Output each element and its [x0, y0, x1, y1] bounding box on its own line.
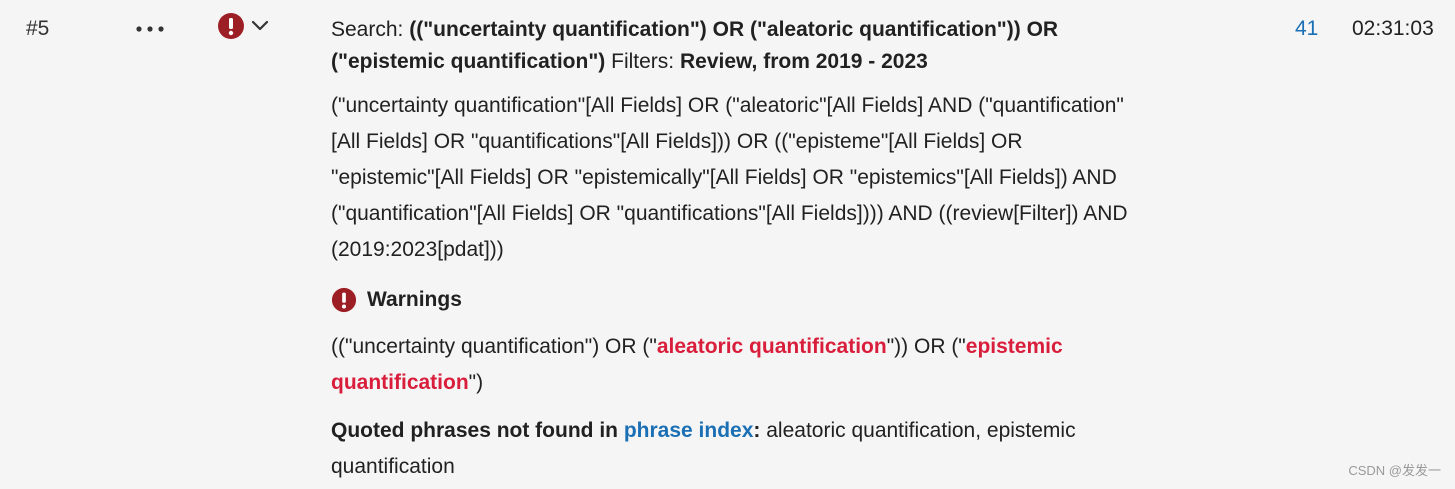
history-number: #5 [26, 17, 50, 40]
results-count-link[interactable]: 41 [1295, 17, 1318, 41]
exclamation-circle-icon [331, 287, 357, 313]
warnings-title: Warnings [367, 288, 462, 311]
warning-query-part: ")) OR (" [886, 335, 966, 358]
phrase-index-link[interactable]: phrase index [624, 419, 754, 442]
filters-value: Review, from 2019 - 2023 [679, 50, 928, 73]
query-translation: ("uncertainty quantification"[All Fields… [331, 94, 1128, 261]
search-prefix: Search: [331, 18, 404, 41]
search-time: 02:31:03 [1352, 17, 1434, 40]
warnings-heading: Warnings [331, 284, 1131, 316]
search-history-row: #5 Search: (("uncertainty quantification… [0, 0, 1455, 489]
highlighted-phrase: aleatoric quantification [656, 335, 887, 358]
more-actions-button[interactable] [134, 18, 166, 40]
notfound-label: Quoted phrases not found in [331, 419, 618, 442]
search-summary: Search: (("uncertainty quantification") … [331, 14, 1131, 78]
query-details: Search: (("uncertainty quantification") … [331, 14, 1131, 485]
filters-prefix: Filters: [611, 50, 675, 73]
phrases-not-found: Quoted phrases not found in phrase index… [331, 413, 1131, 485]
exclamation-circle-icon [218, 13, 244, 39]
warnings-toggle-button[interactable] [217, 12, 275, 42]
watermark: CSDN @发发一 [1348, 463, 1441, 478]
warning-query-part: (("uncertainty quantification") OR (" [331, 335, 657, 358]
ellipsis-icon [136, 26, 164, 32]
notfound-colon: : [753, 419, 761, 442]
warning-query: (("uncertainty quantification") OR ("ale… [331, 329, 1131, 401]
warning-query-part: ") [468, 371, 484, 394]
chevron-down-icon [251, 20, 269, 31]
